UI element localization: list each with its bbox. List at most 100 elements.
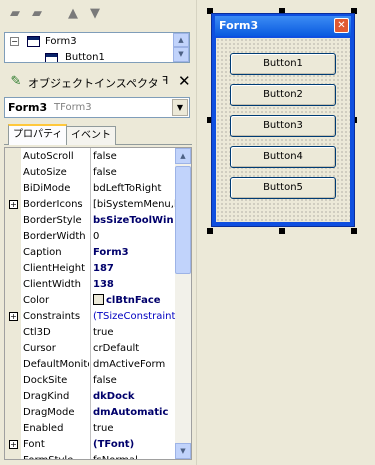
property-row[interactable]: DragMode dmAutomatic bbox=[5, 405, 177, 421]
property-row[interactable]: Cursor crDefault bbox=[5, 341, 177, 357]
property-name: Cursor bbox=[23, 343, 56, 354]
button-icon bbox=[45, 53, 58, 62]
button1[interactable]: Button1 bbox=[230, 53, 336, 75]
property-value[interactable]: dmAutomatic bbox=[93, 405, 177, 420]
property-row[interactable]: Ctl3D true bbox=[5, 325, 177, 341]
button5[interactable]: Button5 bbox=[230, 177, 336, 199]
property-row[interactable]: + Font (TFont) bbox=[5, 437, 177, 453]
property-value[interactable]: clBtnFace bbox=[93, 293, 177, 308]
tree-item-label: Button1 bbox=[65, 52, 105, 63]
scroll-up-icon[interactable]: ▲ bbox=[175, 148, 191, 164]
property-value[interactable]: false bbox=[93, 149, 177, 164]
property-name: DragKind bbox=[23, 391, 70, 402]
property-row[interactable]: Caption Form3 bbox=[5, 245, 177, 261]
form-client-area[interactable]: Button1 Button2 Button3 Button4 Button5 bbox=[216, 38, 350, 222]
property-row[interactable]: Color clBtnFace bbox=[5, 293, 177, 309]
property-value[interactable]: dkDock bbox=[93, 389, 177, 404]
collapse-icon[interactable]: − bbox=[10, 37, 19, 46]
property-value[interactable]: 187 bbox=[93, 261, 177, 276]
property-scrollbar[interactable]: ▲ ▼ bbox=[175, 148, 191, 459]
property-value[interactable]: true bbox=[93, 421, 177, 436]
expand-icon[interactable]: + bbox=[9, 312, 18, 321]
button3[interactable]: Button3 bbox=[230, 115, 336, 137]
dropdown-arrow-icon[interactable]: ▼ bbox=[172, 99, 188, 116]
property-name: BiDiMode bbox=[23, 183, 71, 194]
property-name: Font bbox=[23, 439, 45, 450]
object-inspector-header: ✎ オブジェクトインスペクタ ꟻ ✕ bbox=[4, 72, 194, 92]
property-name: BorderWidth bbox=[23, 231, 86, 242]
property-value[interactable]: crDefault bbox=[93, 341, 177, 356]
property-name: Enabled bbox=[23, 423, 64, 434]
close-icon[interactable]: ✕ bbox=[334, 18, 349, 33]
property-value[interactable]: [biSystemMenu,b bbox=[93, 197, 177, 212]
object-selector[interactable]: Form3 TForm3 ▼ bbox=[4, 97, 190, 118]
property-row[interactable]: DragKind dkDock bbox=[5, 389, 177, 405]
property-row[interactable]: ClientHeight 187 bbox=[5, 261, 177, 277]
open-folder-icon[interactable]: ▰ bbox=[6, 5, 24, 23]
property-value[interactable]: dmActiveForm bbox=[93, 357, 177, 372]
property-row[interactable]: BorderStyle bsSizeToolWin bbox=[5, 213, 177, 229]
resize-handle[interactable] bbox=[279, 228, 285, 234]
property-row[interactable]: ClientWidth 138 bbox=[5, 277, 177, 293]
property-value[interactable]: false bbox=[93, 165, 177, 180]
property-row[interactable]: BorderWidth 0 bbox=[5, 229, 177, 245]
property-value[interactable]: bdLeftToRight bbox=[93, 181, 177, 196]
tab-properties[interactable]: プロパティ bbox=[8, 124, 68, 145]
resize-handle[interactable] bbox=[351, 228, 357, 234]
property-name: FormStyle bbox=[23, 453, 89, 459]
button2[interactable]: Button2 bbox=[230, 84, 336, 106]
form-titlebar[interactable]: Form3 ✕ bbox=[215, 16, 351, 36]
property-name: Ctl3D bbox=[23, 327, 51, 338]
pin-icon[interactable]: ꟻ bbox=[162, 74, 168, 87]
toolbar: ▰ ▰ ▲ ▼ bbox=[4, 5, 124, 25]
tree-item-button1[interactable]: Button1 bbox=[5, 50, 175, 63]
property-name: Constraints bbox=[23, 311, 81, 322]
property-value[interactable]: Form3 bbox=[93, 245, 177, 260]
scroll-down-icon[interactable]: ▼ bbox=[175, 443, 191, 459]
tree-scrollbar[interactable]: ▲ ▼ bbox=[173, 33, 189, 62]
property-name: AutoSize bbox=[23, 167, 67, 178]
property-row[interactable]: AutoSize false bbox=[5, 165, 177, 181]
property-row[interactable]: AutoScroll false bbox=[5, 149, 177, 165]
property-value[interactable]: bsSizeToolWin bbox=[93, 213, 177, 228]
property-value[interactable]: false bbox=[93, 373, 177, 388]
property-name: BorderStyle bbox=[23, 215, 82, 226]
new-folder-icon[interactable]: ▰ bbox=[28, 5, 46, 23]
tree-item-form3[interactable]: − Form3 bbox=[5, 34, 175, 49]
property-grid[interactable]: AutoScroll false AutoSize false BiDiMode bdLe… bbox=[4, 147, 192, 460]
arrow-up-icon[interactable]: ▲ bbox=[64, 5, 82, 23]
scroll-down-icon[interactable]: ▼ bbox=[173, 47, 189, 62]
property-value[interactable]: true bbox=[93, 325, 177, 340]
scroll-up-icon[interactable]: ▲ bbox=[173, 33, 189, 47]
expand-icon[interactable]: + bbox=[9, 440, 18, 449]
inspector-tabs: プロパティ イベント bbox=[4, 124, 192, 145]
resize-handle[interactable] bbox=[207, 228, 213, 234]
property-row[interactable]: DefaultMonito dmActiveForm bbox=[5, 357, 177, 373]
property-row[interactable]: + Constraints (TSizeConstraints bbox=[5, 309, 177, 325]
property-row[interactable]: + BorderIcons [biSystemMenu,b bbox=[5, 197, 177, 213]
close-icon[interactable]: ✕ bbox=[178, 72, 191, 90]
property-name: BorderIcons bbox=[23, 199, 83, 210]
property-value[interactable]: 138 bbox=[93, 277, 177, 292]
property-row[interactable]: FormStyle fsNormal bbox=[5, 453, 177, 459]
structure-tree[interactable]: − Form3 Button1 ▲ ▼ bbox=[4, 32, 190, 63]
property-value[interactable]: fsNormal bbox=[93, 453, 177, 459]
tab-events[interactable]: イベント bbox=[66, 126, 116, 145]
panel-splitter[interactable] bbox=[196, 0, 200, 465]
arrow-down-icon[interactable]: ▼ bbox=[86, 5, 104, 23]
property-name: DragMode bbox=[23, 407, 75, 418]
expand-icon[interactable]: + bbox=[9, 200, 18, 209]
property-row[interactable]: DockSite false bbox=[5, 373, 177, 389]
property-value[interactable]: 0 bbox=[93, 229, 177, 244]
property-value[interactable]: (TSizeConstraints bbox=[93, 309, 177, 324]
property-value[interactable]: (TFont) bbox=[93, 437, 177, 452]
form-window[interactable]: Form3 ✕ Button1 Button2 Button3 Button4 … bbox=[211, 13, 355, 227]
object-type: TForm3 bbox=[54, 102, 92, 113]
property-value-text: clBtnFace bbox=[106, 295, 161, 306]
property-row[interactable]: Enabled true bbox=[5, 421, 177, 437]
object-inspector-title: オブジェクトインスペクタ bbox=[28, 77, 159, 90]
property-row[interactable]: BiDiMode bdLeftToRight bbox=[5, 181, 177, 197]
scroll-thumb[interactable] bbox=[175, 166, 191, 274]
tree-item-label: Form3 bbox=[45, 36, 77, 47]
button4[interactable]: Button4 bbox=[230, 146, 336, 168]
